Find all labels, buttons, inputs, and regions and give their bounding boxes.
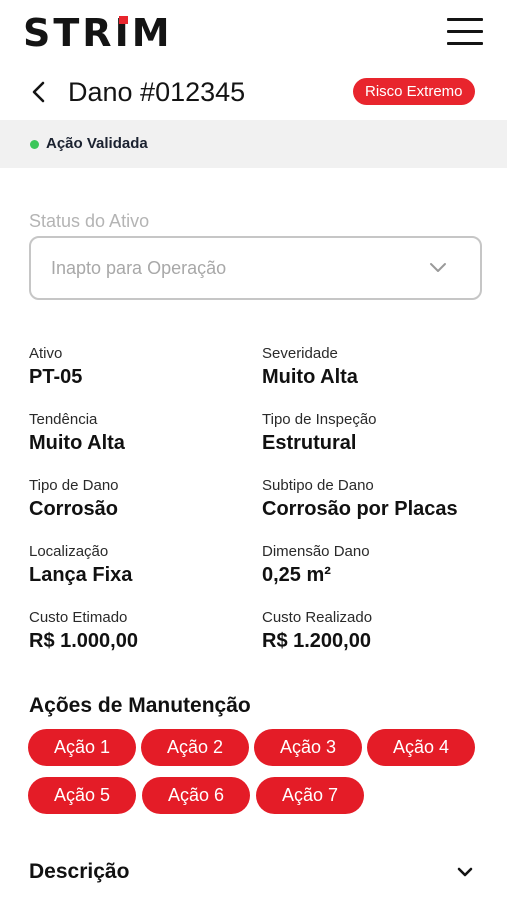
detail-value: Corrosão — [29, 498, 118, 520]
description-accordion[interactable]: Descrição — [0, 848, 507, 896]
detail-label: Dimensão Dano — [262, 543, 370, 560]
detail-value: Lança Fixa — [29, 564, 133, 586]
detail-label: Tipo de Dano — [29, 477, 119, 494]
menu-button[interactable] — [447, 18, 483, 46]
asset-status-select[interactable]: Inapto para Operação — [29, 236, 482, 300]
detail-label: Custo Realizado — [262, 609, 373, 626]
detail-subtipo-dano: Subtipo de Dano Corrosão por Placas — [262, 477, 492, 522]
detail-severidade: Severidade Muito Alta — [262, 345, 492, 390]
detail-tipo-inspecao: Tipo de Inspeção Estrutural — [262, 411, 492, 456]
detail-custo-realizado: Custo Realizado R$ 1.200,00 — [262, 609, 492, 654]
brand-logo: STRI M — [23, 11, 173, 55]
detail-localizacao: Localização Lança Fixa — [29, 543, 259, 588]
detail-label: Tipo de Inspeção — [262, 411, 377, 428]
detail-value: Muito Alta — [29, 432, 125, 454]
status-text: Ação Validada — [46, 135, 148, 152]
maintenance-actions-title: Ações de Manutenção — [29, 694, 251, 717]
status-dot — [30, 140, 39, 149]
detail-custo-estimado: Custo Etimado R$ 1.000,00 — [29, 609, 259, 654]
action-chip-2[interactable]: Ação 2 — [141, 729, 249, 766]
detail-label: Tendência — [29, 411, 98, 428]
action-chip-3[interactable]: Ação 3 — [254, 729, 362, 766]
detail-ativo: Ativo PT-05 — [29, 345, 259, 390]
detail-value: PT-05 — [29, 366, 83, 388]
detail-tendencia: Tendência Muito Alta — [29, 411, 259, 456]
detail-dimensao-dano: Dimensão Dano 0,25 m² — [262, 543, 492, 588]
page-header: Dano #012345 Risco Extremo — [0, 70, 507, 114]
detail-value: Corrosão por Placas — [262, 498, 458, 520]
chevron-down-icon — [430, 263, 446, 272]
validation-status-bar: Ação Validada — [0, 120, 507, 168]
action-chip-7[interactable]: Ação 7 — [256, 777, 364, 814]
detail-label: Custo Etimado — [29, 609, 128, 626]
chevron-left-icon — [32, 81, 45, 103]
detail-label: Localização — [29, 543, 109, 560]
detail-label: Subtipo de Dano — [262, 477, 374, 494]
asset-status-label: Status do Ativo — [29, 211, 150, 231]
detail-value: Estrutural — [262, 432, 357, 454]
hamburger-icon — [447, 18, 483, 21]
action-chip-1[interactable]: Ação 1 — [28, 729, 136, 766]
detail-label: Severidade — [262, 345, 338, 362]
detail-value: 0,25 m² — [262, 564, 331, 586]
top-bar: STRI M — [0, 0, 507, 66]
detail-value: R$ 1.200,00 — [262, 630, 371, 652]
action-chip-4[interactable]: Ação 4 — [367, 729, 475, 766]
risk-badge: Risco Extremo — [353, 78, 475, 105]
description-title: Descrição — [29, 860, 130, 883]
page-title: Dano #012345 — [68, 77, 246, 107]
detail-value: R$ 1.000,00 — [29, 630, 138, 652]
back-button[interactable] — [28, 78, 54, 106]
detail-tipo-dano: Tipo de Dano Corrosão — [29, 477, 259, 522]
detail-label: Ativo — [29, 345, 63, 362]
action-chip-5[interactable]: Ação 5 — [28, 777, 136, 814]
asset-status-value: Inapto para Operação — [51, 258, 227, 278]
action-chip-6[interactable]: Ação 6 — [142, 777, 250, 814]
detail-value: Muito Alta — [262, 366, 358, 388]
chevron-down-icon — [457, 867, 473, 877]
